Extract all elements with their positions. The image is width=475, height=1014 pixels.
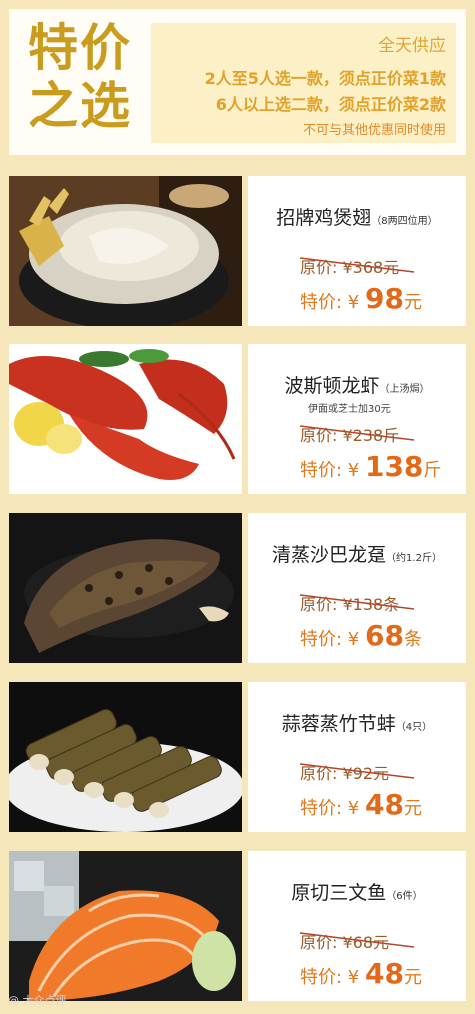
rule-line-2: 6人以上选二款，须点正价菜2款 [215,95,446,114]
dish-addon-note: 伊面或芝士加30元 [308,404,391,415]
menu-item-card: 招牌鸡煲翅（8两四位用） 原价: ¥368元 特价: ¥ 98元 [248,176,466,326]
dish-photo-chicken-pot [9,176,242,326]
menu-item-row: 清蒸沙巴龙趸（约1.2斤） 原价: ¥138条 特价: ¥ 68条 [9,513,466,663]
promo-title: 特价 之选 [17,19,143,145]
dish-portion-note: （6件） [386,891,423,902]
menu-item-row: 招牌鸡煲翅（8两四位用） 原价: ¥368元 特价: ¥ 98元 [9,176,466,326]
rule-line-1: 2人至5人选一款，须点正价菜1款 [204,69,446,88]
dish-name: 波斯顿龙虾（上汤焗） [284,375,430,397]
special-price: 特价: ¥ 138斤 [300,450,442,483]
title-line-1: 特价 [28,19,132,77]
menu-item-row: 原切三文鱼（6件） 原价: ¥68元 特价: ¥ 48元 [9,851,466,1001]
menu-item-row: 波斯顿龙虾（上汤焗） 伊面或芝士加30元 原价: ¥238斤 特价: ¥ 138… [9,344,466,494]
dish-portion-note: （4只） [395,722,433,733]
dish-name: 原切三文鱼（6件） [291,882,423,904]
special-price: 特价: ¥ 48元 [300,788,422,821]
dish-name: 招牌鸡煲翅（8两四位用） [276,207,438,229]
dish-photo-razor-clams [9,682,242,832]
original-price: 原价: ¥138条 [300,595,400,614]
promo-rules-box: 全天供应 2人至5人选一款，须点正价菜1款 6人以上选二款，须点正价菜2款 不可… [151,23,456,143]
promo-header: 特价 之选 全天供应 2人至5人选一款，须点正价菜1款 6人以上选二款，须点正价… [9,9,466,155]
title-line-2: 之选 [28,77,132,135]
original-price: 原价: ¥368元 [300,258,400,277]
dish-portion-note: （8两四位用） [371,216,438,227]
dish-photo-lobster [9,344,242,494]
original-price: 原价: ¥68元 [300,933,390,952]
exclusion-note: 不可与其他优惠同时使用 [302,123,446,138]
dish-name: 清蒸沙巴龙趸（约1.2斤） [272,544,442,566]
dish-portion-note: （上汤焗） [379,384,430,395]
watermark: @ 大众点评 [8,994,67,1007]
menu-item-card: 清蒸沙巴龙趸（约1.2斤） 原价: ¥138条 特价: ¥ 68条 [248,513,466,663]
dish-portion-note: （约1.2斤） [386,553,442,564]
availability-text: 全天供应 [378,36,446,56]
menu-item-card: 波斯顿龙虾（上汤焗） 伊面或芝士加30元 原价: ¥238斤 特价: ¥ 138… [248,344,466,494]
dish-photo-grouper [9,513,242,663]
dish-name: 蒜蓉蒸竹节蚌（4只） [281,713,433,735]
special-price: 特价: ¥ 98元 [300,282,422,315]
original-price: 原价: ¥92元 [300,764,390,783]
special-price: 特价: ¥ 68条 [300,619,422,652]
menu-item-card: 蒜蓉蒸竹节蚌（4只） 原价: ¥92元 特价: ¥ 48元 [248,682,466,832]
dish-photo-salmon [9,851,242,1001]
menu-item-card: 原切三文鱼（6件） 原价: ¥68元 特价: ¥ 48元 [248,851,466,1001]
special-price: 特价: ¥ 48元 [300,957,422,990]
original-price: 原价: ¥238斤 [300,426,400,445]
menu-item-row: 蒜蓉蒸竹节蚌（4只） 原价: ¥92元 特价: ¥ 48元 [9,682,466,832]
